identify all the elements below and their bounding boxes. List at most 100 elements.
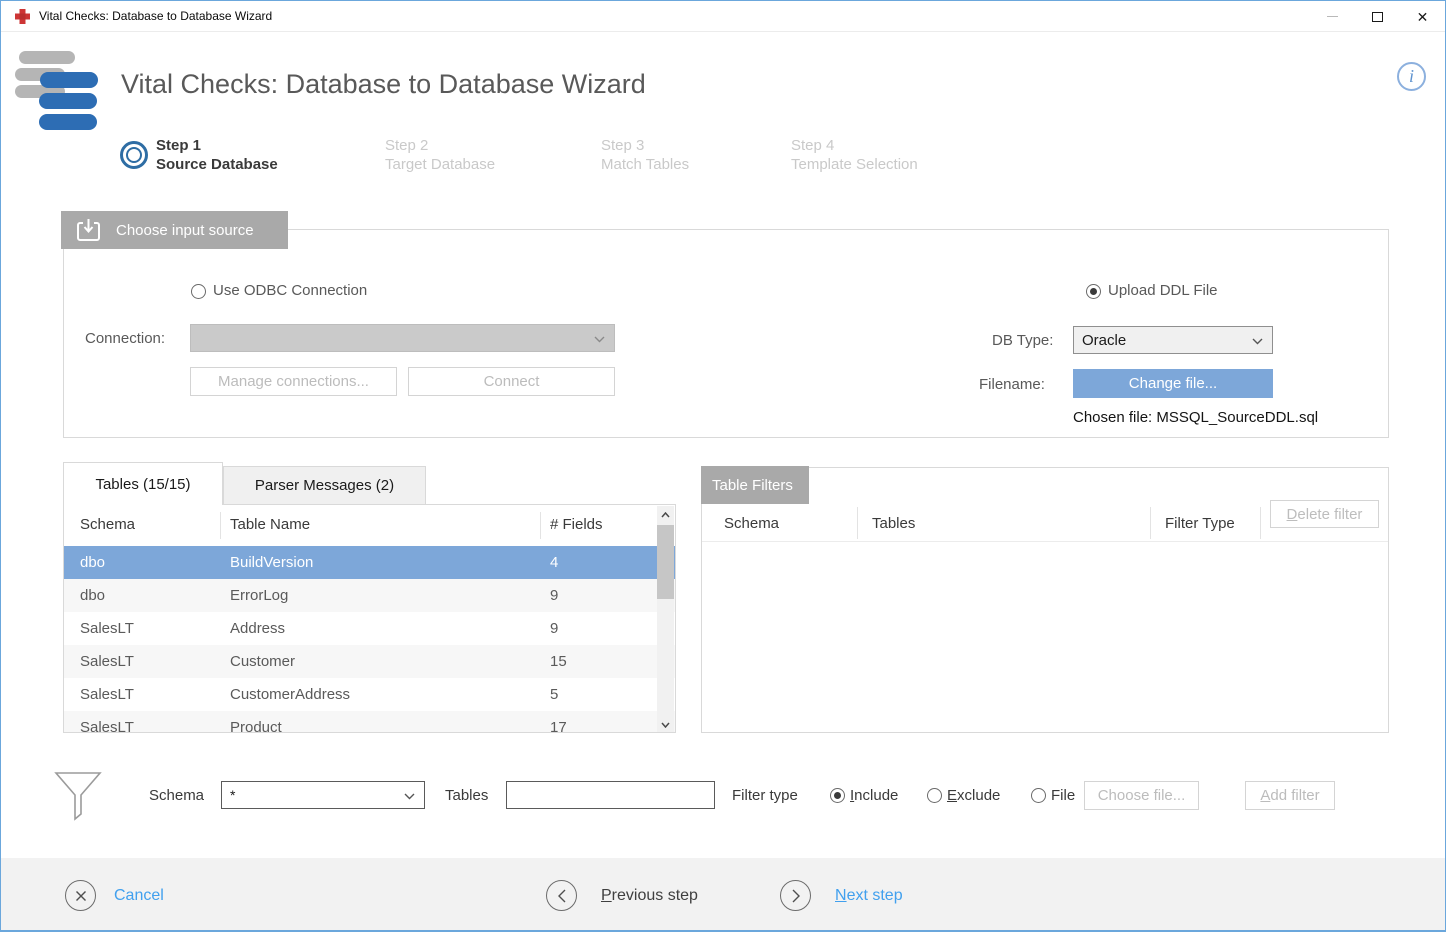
scroll-up-icon[interactable] [657, 506, 674, 523]
minimize-button[interactable] [1310, 1, 1355, 32]
cancel-button[interactable]: Cancel [65, 880, 164, 911]
footer-bar: Cancel Previous step Next step [1, 858, 1445, 930]
db-type-select[interactable]: Oracle [1073, 326, 1273, 354]
chevron-down-icon [404, 793, 415, 800]
maximize-icon [1372, 12, 1383, 22]
schema-filter-select[interactable]: * [221, 781, 425, 809]
step-indicator-1: Step 1 Source Database [156, 136, 278, 174]
step-label: Template Selection [791, 155, 918, 174]
step-circle-icon [120, 141, 148, 169]
schema-cell: SalesLT [80, 645, 134, 678]
schema-filter-value: * [230, 787, 235, 803]
table-name-cell: BuildVersion [230, 546, 313, 579]
manage-connections-button[interactable]: Manage connections... [190, 367, 397, 396]
cancel-label: Cancel [114, 887, 164, 905]
filters-column-filter-type: Filter Type [1165, 515, 1235, 532]
fields-cell: 17 [550, 711, 567, 733]
scroll-down-icon[interactable] [657, 716, 674, 733]
scroll-thumb[interactable] [657, 525, 674, 599]
column-header-schema: Schema [80, 516, 135, 533]
app-cross-icon [14, 8, 31, 25]
table-row[interactable]: SalesLT CustomerAddress 5 [64, 678, 675, 711]
add-filter-button[interactable]: Add filter [1245, 781, 1335, 810]
connect-button[interactable]: Connect [408, 367, 615, 396]
connection-select[interactable] [190, 324, 615, 352]
db-type-label: DB Type: [992, 332, 1053, 349]
tables-scrollbar[interactable] [657, 506, 674, 733]
titlebar: Vital Checks: Database to Database Wizar… [1, 1, 1445, 32]
input-source-header: Choose input source [61, 211, 288, 249]
table-name-cell: CustomerAddress [230, 678, 350, 711]
table-row[interactable]: SalesLTAddress9 [64, 612, 675, 645]
minimize-icon [1327, 16, 1338, 17]
schema-cell: SalesLT [80, 678, 134, 711]
chevron-left-icon [546, 880, 577, 911]
previous-step-button[interactable]: Previous step [546, 880, 698, 911]
filters-column-schema: Schema [724, 515, 779, 532]
schema-cell: dbo [80, 546, 105, 579]
tables-rows: dboBuildVersion4dboErrorLog9SalesLTAddre… [64, 546, 675, 733]
step-indicator-3: Step 3 Match Tables [601, 136, 689, 174]
next-step-button[interactable]: Next step [780, 880, 903, 911]
cancel-circle-icon [65, 880, 96, 911]
schema-cell: SalesLT [80, 612, 134, 645]
schema-cell: dbo [80, 579, 105, 612]
tab-parser-messages[interactable]: Parser Messages (2) [223, 466, 426, 505]
connection-label: Connection: [85, 330, 165, 347]
tables-table: Schema Table Name # Fields dbo BuildVersi… [63, 504, 676, 733]
table-name-cell: Customer [230, 645, 295, 678]
ddl-radio[interactable] [1086, 284, 1101, 299]
filters-header-row: Schema Tables Filter Type Delete filter [702, 505, 1388, 542]
tables-filter-label: Tables [445, 787, 488, 804]
step-number: Step 4 [791, 136, 918, 155]
filters-column-tables: Tables [872, 515, 915, 532]
fields-cell: 15 [550, 645, 567, 678]
file-radio[interactable] [1031, 788, 1046, 803]
info-icon[interactable]: i [1397, 62, 1426, 91]
page-title: Vital Checks: Database to Database Wizar… [121, 69, 646, 100]
input-source-header-label: Choose input source [116, 222, 254, 239]
exclude-radio-label: Exclude [947, 787, 1000, 804]
schema-cell: SalesLT [80, 711, 134, 733]
chevron-down-icon [594, 336, 605, 343]
table-row[interactable]: dbo BuildVersion 4 [64, 546, 675, 579]
step-label: Match Tables [601, 155, 689, 174]
chevron-down-icon [1252, 338, 1263, 345]
previous-step-label: Previous step [601, 887, 698, 905]
step-indicator-4: Step 4 Template Selection [791, 136, 918, 174]
exclude-radio[interactable] [927, 788, 942, 803]
app-window: Vital Checks: Database to Database Wizar… [0, 0, 1446, 932]
include-radio[interactable] [830, 788, 845, 803]
tables-filter-input[interactable] [506, 781, 715, 809]
fields-cell: 5 [550, 678, 558, 711]
include-radio-label: Include [850, 787, 898, 804]
delete-filter-button[interactable]: Delete filter [1270, 500, 1379, 528]
schema-filter-label: Schema [149, 787, 204, 804]
tables-header-row: Schema Table Name # Fields [64, 505, 675, 546]
column-header-table-name: Table Name [230, 516, 310, 533]
maximize-button[interactable] [1355, 1, 1400, 32]
step-label: Source Database [156, 155, 278, 174]
change-file-button[interactable]: Change file... [1073, 369, 1273, 398]
choose-file-button[interactable]: Choose file... [1084, 781, 1199, 810]
step-label: Target Database [385, 155, 495, 174]
fields-cell: 4 [550, 546, 558, 579]
column-header-fields: # Fields [550, 516, 603, 533]
table-name-cell: Address [230, 612, 285, 645]
window-title: Vital Checks: Database to Database Wizar… [39, 9, 272, 23]
table-row[interactable]: SalesLT Customer 15 [64, 645, 675, 678]
table-name-cell: Product [230, 711, 282, 733]
step-number: Step 1 [156, 136, 278, 155]
db-type-value: Oracle [1082, 332, 1126, 349]
table-row[interactable]: SalesLT Product 17 [64, 711, 675, 733]
app-logo [11, 51, 103, 133]
table-row[interactable]: dboErrorLog9 [64, 579, 675, 612]
close-button[interactable]: ✕ [1400, 1, 1445, 32]
download-icon [75, 218, 102, 243]
file-radio-label: File [1051, 787, 1075, 804]
odbc-radio[interactable] [191, 284, 206, 299]
tab-tables[interactable]: Tables (15/15) [63, 462, 223, 505]
chevron-right-icon [780, 880, 811, 911]
odbc-radio-label: Use ODBC Connection [213, 282, 367, 299]
step-indicator-2: Step 2 Target Database [385, 136, 495, 174]
